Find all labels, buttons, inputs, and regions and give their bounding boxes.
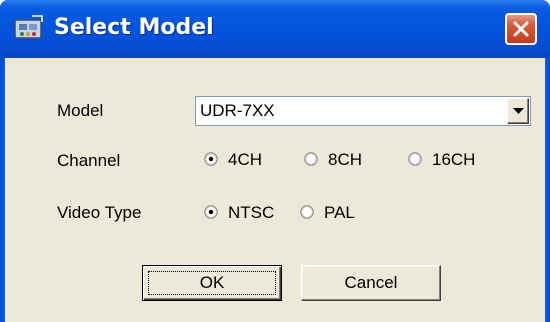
radio-channel-8ch[interactable] — [304, 152, 318, 166]
radio-channel-16ch-label[interactable]: 16CH — [432, 150, 475, 170]
radio-channel-4ch[interactable] — [204, 152, 218, 166]
close-icon — [513, 21, 529, 37]
channel-label: Channel — [57, 151, 121, 170]
model-select-value: UDR-7XX — [200, 101, 275, 120]
title-bar[interactable]: Select Model — [0, 0, 550, 58]
cancel-button[interactable]: Cancel — [301, 265, 441, 301]
radio-video-pal[interactable] — [300, 205, 314, 219]
model-select[interactable]: UDR-7XX — [195, 96, 531, 126]
model-label: Model — [57, 101, 104, 120]
radio-video-ntsc[interactable] — [204, 205, 218, 219]
window-title: Select Model — [54, 15, 214, 40]
close-button[interactable] — [505, 13, 537, 45]
chevron-down-icon — [513, 108, 524, 114]
model-dropdown-button[interactable] — [507, 98, 529, 124]
window-frame-right — [545, 58, 550, 322]
radio-video-ntsc-label[interactable]: NTSC — [228, 203, 274, 223]
radio-channel-4ch-label[interactable]: 4CH — [228, 150, 262, 170]
radio-video-pal-label[interactable]: PAL — [324, 203, 355, 223]
radio-channel-8ch-label[interactable]: 8CH — [328, 150, 362, 170]
ok-button[interactable]: OK — [142, 265, 282, 301]
app-icon — [12, 14, 46, 44]
select-model-dialog: Select Model Model UDR-7XX Channel 4CH 8… — [0, 0, 550, 322]
video-type-label: Video Type — [57, 203, 142, 222]
radio-channel-16ch[interactable] — [408, 152, 422, 166]
ok-button-label: OK — [199, 273, 225, 292]
cancel-button-label: Cancel — [344, 273, 398, 292]
